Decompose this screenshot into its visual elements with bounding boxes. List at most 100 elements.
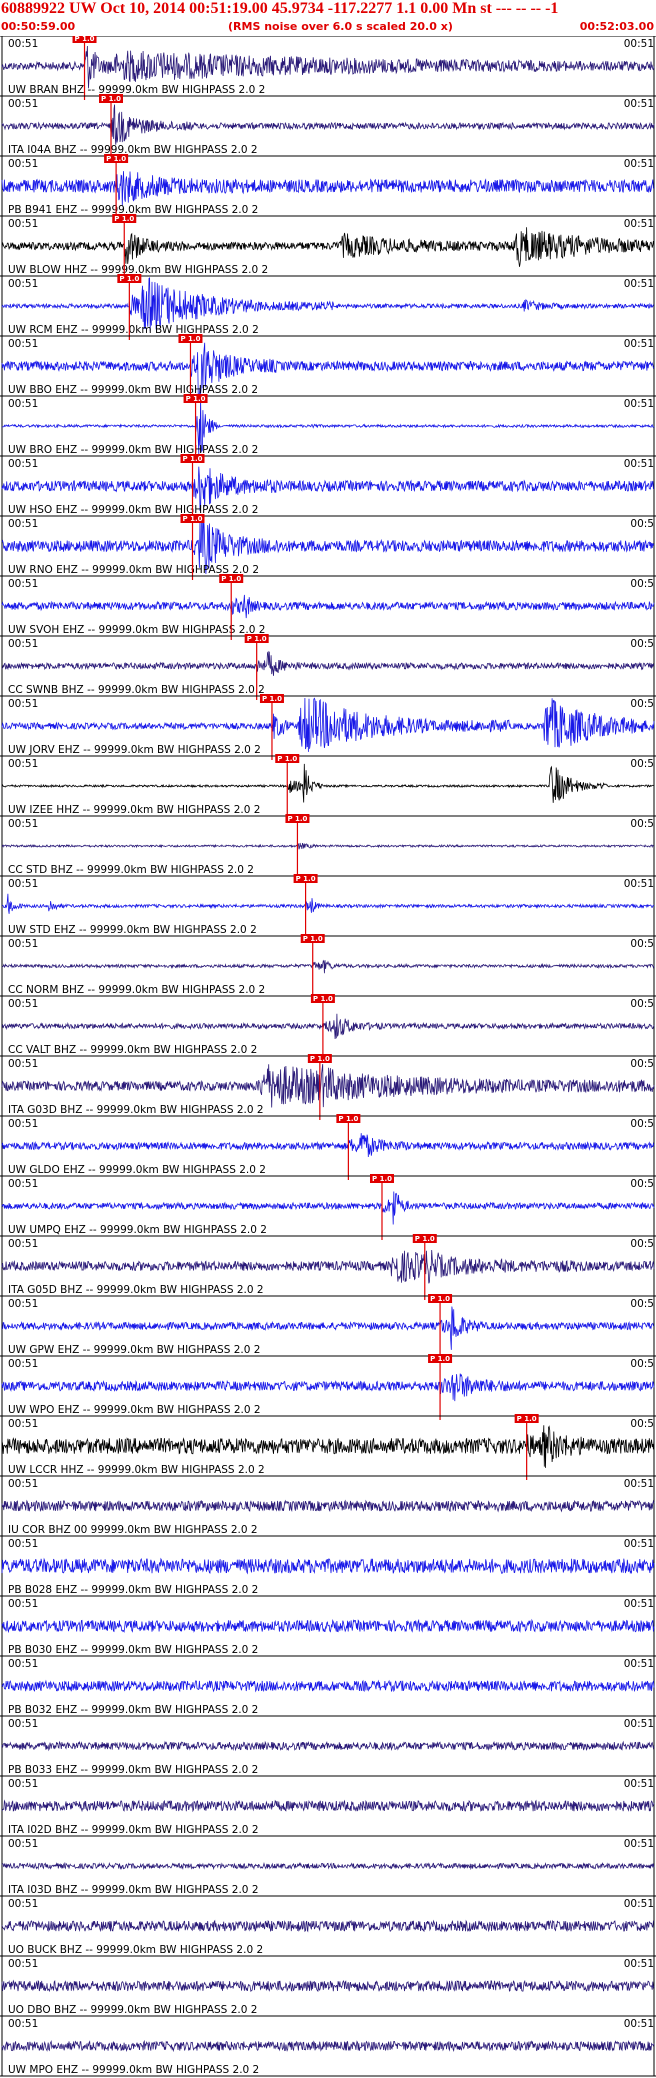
trace-row: 00:51 00:51 UO DBO BHZ -- 99999.0km BW HIG…	[0, 1955, 656, 2016]
trace-row: 00:51 00:5 UW SVOH EHZ -- 99999.0km BW HIG…	[0, 574, 656, 640]
tick-label-right: 00:5	[630, 1058, 654, 1070]
plot-header: 60889922 UW Oct 10, 2014 00:51:19.00 45.…	[0, 0, 656, 38]
tick-label-left: 00:51	[8, 1898, 38, 1910]
station-label: UW GLDO EHZ -- 99999.0km BW HIGHPASS 2.0…	[8, 1164, 266, 1176]
station-label: UW JORV EHZ -- 99999.0km BW HIGHPASS 2.0…	[8, 744, 261, 756]
station-label: UW WPO EHZ -- 99999.0km BW HIGHPASS 2.0 …	[8, 1404, 261, 1416]
end-time: 00:52:03.00	[579, 20, 654, 33]
tick-label-left: 00:51	[8, 1238, 38, 1250]
tick-label-left: 00:51	[8, 158, 38, 170]
pick-label: P 1.0	[262, 695, 282, 703]
tick-label-left: 00:51	[8, 338, 38, 350]
tick-label-left: 00:51	[8, 1778, 38, 1790]
trace-row: 00:51 00:51 ITA I03D BHZ -- 99999.0km BW H…	[0, 1835, 656, 1896]
tick-label-right: 00:51	[624, 338, 654, 350]
tick-label-right: 00:51	[624, 2018, 654, 2030]
tick-label-left: 00:51	[8, 758, 38, 770]
station-label: CC VALT BHZ -- 99999.0km BW HIGHPASS 2.0…	[8, 1044, 257, 1056]
waveform	[1, 1013, 655, 1040]
pick-label: P 1.0	[415, 1235, 435, 1243]
event-title: 60889922 UW Oct 10, 2014 00:51:19.00 45.…	[1, 0, 559, 17]
tick-label-right: 00:51	[624, 1658, 654, 1670]
waveform	[1, 1425, 655, 1468]
tick-label-left: 00:51	[8, 698, 38, 710]
tick-label-right: 00:51	[624, 1778, 654, 1790]
trace-row: 00:51 00:51 ITA I02D BHZ -- 99999.0km BW H…	[0, 1775, 656, 1836]
tick-label-right: 00:5	[630, 998, 654, 1010]
trace-row: 00:51 00:51 IU COR BHZ 00 99999.0km BW HIG…	[0, 1475, 656, 1536]
trace-row: 00:51 00:51 PB B033 EHZ -- 99999.0km BW HI…	[0, 1715, 656, 1776]
pick-label: P 1.0	[221, 575, 241, 583]
waveform	[1, 1799, 655, 1813]
start-time: 00:50:59.00	[1, 20, 76, 33]
pick-label: P 1.0	[430, 1295, 450, 1303]
tick-label-right: 00:51	[624, 1958, 654, 1970]
waveform	[1, 1133, 655, 1158]
pick-label: P 1.0	[183, 455, 203, 463]
pick-label: P 1.0	[313, 995, 333, 1003]
trace-row: 00:51 00:5 CC STD BHZ -- 99999.0km BW HIGH…	[0, 814, 656, 880]
trace-row: 00:51 00:51 PB B028 EHZ -- 99999.0km BW HI…	[0, 1535, 656, 1596]
trace-row: 00:51 00:51 UW BBO EHZ -- 99999.0km BW HIG…	[0, 334, 656, 400]
pick-label: P 1.0	[296, 875, 316, 883]
tick-label-left: 00:51	[8, 1478, 38, 1490]
waveform	[1, 1618, 655, 1634]
tick-label-right: 00:51	[624, 158, 654, 170]
waveform	[1, 1861, 655, 1871]
tick-label-right: 00:5	[630, 518, 654, 530]
tick-label-left: 00:51	[8, 818, 38, 830]
tick-label-right: 00:51	[624, 398, 654, 410]
station-label: CC NORM BHZ -- 99999.0km BW HIGHPASS 2.0…	[8, 984, 265, 996]
station-label: UO BUCK BHZ -- 99999.0km BW HIGHPASS 2.0…	[8, 1944, 263, 1956]
tick-label-left: 00:51	[8, 938, 38, 950]
tick-label-left: 00:51	[8, 398, 38, 410]
tick-label-left: 00:51	[8, 1958, 38, 1970]
station-label: UW MPO EHZ -- 99999.0km BW HIGHPASS 2.0 …	[8, 2064, 259, 2076]
trace-row: 00:51 00:51 ITA I04A BHZ -- 99999.0km BW H…	[0, 94, 656, 160]
waveform	[1, 2039, 655, 2053]
trace-row: 00:51 00:5 UW LCCR HHZ -- 99999.0km BW HIG…	[0, 1414, 656, 1480]
tick-label-right: 00:5	[630, 938, 654, 950]
tick-label-right: 00:5	[630, 1238, 654, 1250]
tick-label-left: 00:51	[8, 218, 38, 230]
pick-label: P 1.0	[517, 1415, 537, 1423]
station-label: PB B032 EHZ -- 99999.0km BW HIGHPASS 2.0…	[8, 1704, 258, 1716]
tick-label-left: 00:51	[8, 1718, 38, 1730]
tick-label-left: 00:51	[8, 1178, 38, 1190]
tick-label-right: 00:51	[624, 1838, 654, 1850]
station-label: UO DBO BHZ -- 99999.0km BW HIGHPASS 2.0 …	[8, 2004, 257, 2016]
tick-label-left: 00:51	[8, 998, 38, 1010]
waveform	[1, 1557, 655, 1575]
trace-row: 00:51 00:5 UW UMPQ EHZ -- 99999.0km BW HIG…	[0, 1174, 656, 1240]
pick-label: P 1.0	[114, 215, 134, 223]
tick-label-left: 00:51	[8, 578, 38, 590]
tick-label-right: 00:51	[624, 278, 654, 290]
station-label: UW UMPQ EHZ -- 99999.0km BW HIGHPASS 2.0…	[8, 1224, 267, 1236]
station-label: ITA G05D BHZ -- 99999.0km BW HIGHPASS 2.…	[8, 1284, 264, 1296]
tick-label-left: 00:51	[8, 638, 38, 650]
tick-label-right: 00:51	[624, 218, 654, 230]
waveform	[1, 1191, 655, 1225]
trace-row: 00:51 00:5 CC VALT BHZ -- 99999.0km BW HIG…	[0, 994, 656, 1060]
trace-row: 00:51 00:5 UW GPW EHZ -- 99999.0km BW HIGH…	[0, 1294, 656, 1360]
trace-row: 00:51 00:5 UW WPO EHZ -- 99999.0km BW HIGH…	[0, 1354, 656, 1420]
station-label: ITA I02D BHZ -- 99999.0km BW HIGHPASS 2.…	[8, 1824, 259, 1836]
station-label: UW SVOH EHZ -- 99999.0km BW HIGHPASS 2.0…	[8, 624, 265, 636]
tick-label-right: 00:51	[624, 1898, 654, 1910]
waveform	[1, 842, 655, 850]
tick-label-right: 00:5	[630, 1178, 654, 1190]
tick-label-left: 00:51	[8, 1058, 38, 1070]
station-label: UW RCM EHZ -- 99999.0km BW HIGHPASS 2.0 …	[8, 324, 259, 336]
tick-label-right: 00:5	[630, 758, 654, 770]
trace-row: 00:51 00:51 UW MPO EHZ -- 99999.0km BW HIG…	[0, 2015, 656, 2076]
tick-label-right: 00:5	[630, 1418, 654, 1430]
station-label: UW LCCR HHZ -- 99999.0km BW HIGHPASS 2.0…	[8, 1464, 265, 1476]
tick-label-right: 00:5	[630, 578, 654, 590]
pick-label: P 1.0	[75, 36, 95, 43]
waveform	[1, 650, 655, 676]
pick-label: P 1.0	[101, 95, 121, 103]
tick-label-right: 00:5	[630, 698, 654, 710]
waveform	[1, 104, 655, 145]
waveform	[1, 893, 655, 914]
pick-label: P 1.0	[310, 1055, 330, 1063]
